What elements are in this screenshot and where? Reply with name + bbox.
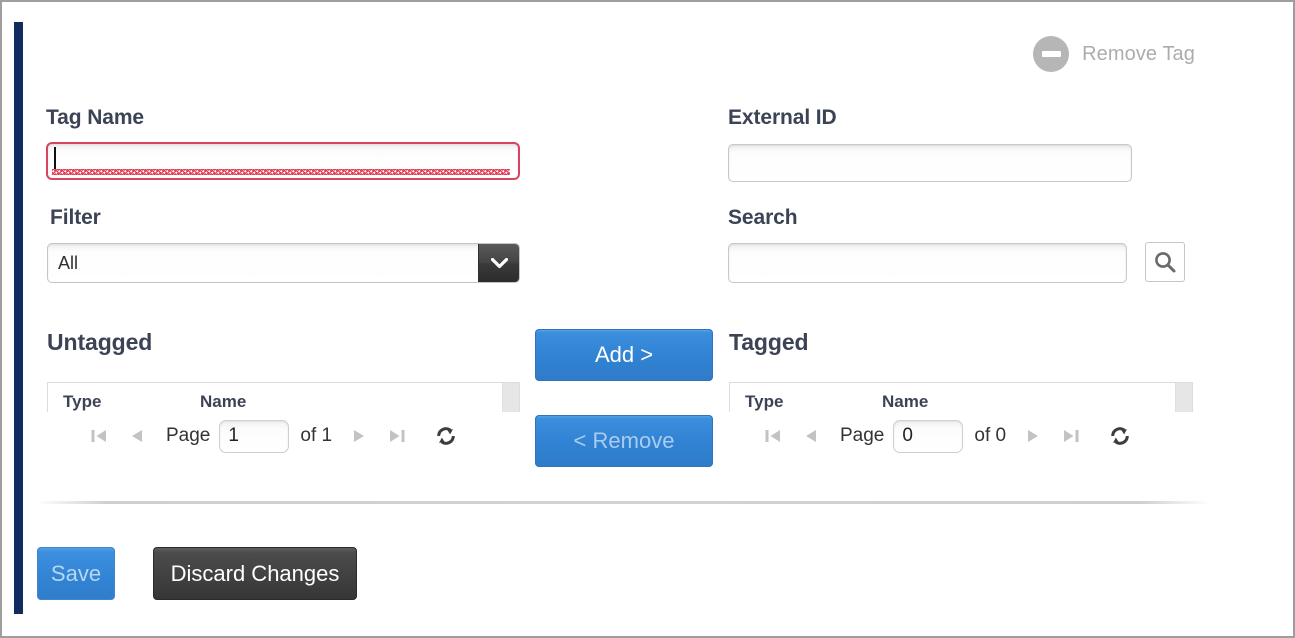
external-id-label: External ID <box>728 106 837 129</box>
chevron-down-icon[interactable] <box>478 244 519 282</box>
refresh-icon <box>1111 427 1129 445</box>
remove-tag-label: Remove Tag <box>1082 42 1195 65</box>
untagged-page-label: Page <box>166 425 211 446</box>
tagged-page-total: of 0 <box>974 425 1007 446</box>
column-header-name: Name <box>200 392 247 411</box>
last-page-glyph <box>390 430 405 442</box>
column-header-type: Type <box>745 392 784 411</box>
external-id-input[interactable] <box>728 144 1132 182</box>
filter-selected-value: All <box>58 252 79 273</box>
filter-select[interactable]: All <box>47 243 520 283</box>
add-button-label: Add > <box>594 342 654 367</box>
first-page-glyph <box>91 430 106 442</box>
tagged-refresh-button[interactable] <box>1104 420 1136 452</box>
remove-tag-button[interactable]: Remove Tag <box>1033 36 1195 72</box>
refresh-icon <box>437 427 455 445</box>
save-button-label: Save <box>50 560 102 586</box>
remove-button-label: < Remove <box>573 428 675 453</box>
prev-page-icon[interactable] <box>796 421 826 451</box>
tagged-page-label: Page <box>840 425 885 446</box>
untagged-refresh-button[interactable] <box>430 420 462 452</box>
column-header-type: Type <box>63 392 102 411</box>
next-page-glyph <box>1028 430 1039 442</box>
search-icon <box>1155 252 1176 273</box>
tag-editor-page: Remove Tag Tag Name External ID Filter A… <box>0 0 1295 638</box>
untagged-scrollbar[interactable] <box>502 383 519 412</box>
add-button[interactable]: Add > <box>535 329 713 381</box>
untagged-pager: Page of 1 <box>84 416 462 456</box>
last-page-glyph <box>1064 430 1079 442</box>
chevron-down-glyph <box>490 257 508 268</box>
next-page-icon[interactable] <box>1018 421 1048 451</box>
search-button[interactable] <box>1145 242 1185 282</box>
footer-divider <box>37 501 1210 504</box>
next-page-icon[interactable] <box>344 421 374 451</box>
untagged-table-header: Type Name <box>48 383 519 412</box>
first-page-icon[interactable] <box>758 421 788 451</box>
remove-button[interactable]: < Remove <box>535 415 713 467</box>
last-page-icon[interactable] <box>382 421 412 451</box>
text-cursor <box>54 147 56 169</box>
tagged-pager: Page of 0 <box>758 416 1136 456</box>
tagged-table[interactable]: Type Name <box>729 382 1193 412</box>
tagged-page-input[interactable] <box>893 419 964 453</box>
tagged-table-header: Type Name <box>730 383 1192 412</box>
discard-changes-label: Discard Changes <box>170 560 340 586</box>
first-page-glyph <box>765 430 780 442</box>
prev-page-glyph <box>806 430 816 442</box>
minus-circle-icon <box>1033 36 1070 72</box>
tag-name-label: Tag Name <box>46 106 145 129</box>
tagged-title: Tagged <box>729 329 809 355</box>
untagged-page-input[interactable] <box>219 419 290 453</box>
untagged-title: Untagged <box>47 329 153 355</box>
tagged-scrollbar[interactable] <box>1175 383 1192 412</box>
next-page-glyph <box>354 430 365 442</box>
prev-page-glyph <box>132 430 142 442</box>
last-page-icon[interactable] <box>1056 421 1086 451</box>
save-button[interactable]: Save <box>37 547 115 600</box>
search-input[interactable] <box>728 243 1127 283</box>
column-header-name: Name <box>882 392 929 411</box>
filter-label: Filter <box>50 206 101 229</box>
first-page-icon[interactable] <box>84 421 114 451</box>
spellcheck-underline <box>52 169 510 175</box>
left-accent-bar <box>14 22 23 614</box>
prev-page-icon[interactable] <box>122 421 152 451</box>
discard-changes-button[interactable]: Discard Changes <box>153 547 357 600</box>
untagged-table[interactable]: Type Name <box>47 382 520 412</box>
untagged-page-total: of 1 <box>300 425 333 446</box>
search-label: Search <box>728 206 798 229</box>
